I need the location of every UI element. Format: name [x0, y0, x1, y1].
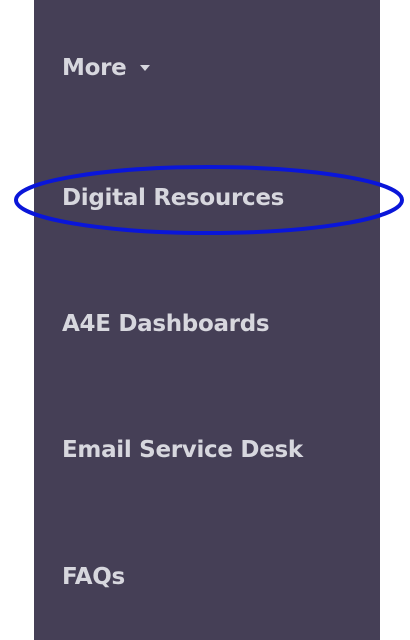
menu-item-label: A4E Dashboards: [62, 311, 270, 337]
dropdown-menu-panel: More Digital Resources A4E Dashboards Em…: [34, 0, 380, 640]
caret-down-icon: [140, 65, 151, 71]
menu-item-label: Digital Resources: [62, 185, 285, 211]
screenshot-canvas: More Digital Resources A4E Dashboards Em…: [0, 0, 410, 640]
menu-item-label: FAQs: [62, 564, 125, 590]
menu-item-label: Email Service Desk: [62, 437, 303, 463]
more-label: More: [62, 55, 127, 81]
menu-item-faqs[interactable]: FAQs: [62, 557, 125, 597]
menu-item-a4e-dashboards[interactable]: A4E Dashboards: [62, 304, 270, 344]
more-menu-toggle[interactable]: More: [62, 48, 151, 88]
menu-item-email-service-desk[interactable]: Email Service Desk: [62, 430, 303, 470]
menu-item-digital-resources[interactable]: Digital Resources: [62, 178, 284, 218]
